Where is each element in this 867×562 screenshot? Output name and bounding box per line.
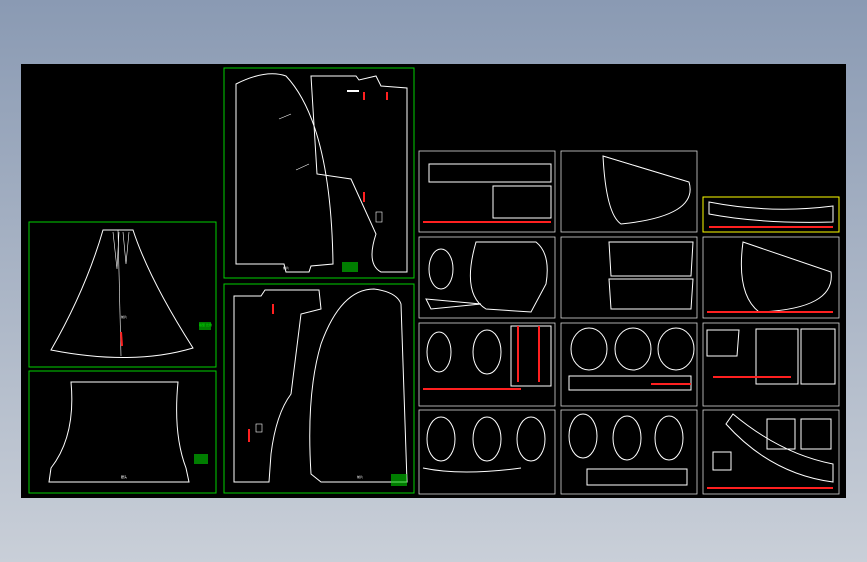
- r4c3-block-3: [712, 451, 732, 471]
- front-white-tick: [347, 90, 359, 92]
- r2c2-band-bottom: [608, 278, 694, 310]
- r4c3-arc-band: [725, 413, 834, 483]
- r3c2-oval-3: [657, 327, 695, 371]
- r4c3-block-1: [766, 418, 796, 450]
- r4c1-oval-3: [516, 416, 546, 462]
- sheet-back[interactable]: 前片: [223, 283, 415, 494]
- front-panel-left: [235, 73, 334, 273]
- back-panel-right: [309, 288, 408, 483]
- sheet-grid[interactable]: [418, 150, 840, 495]
- skirt-piece-label: 前片: [121, 314, 127, 319]
- r4c2-oval-3: [654, 415, 684, 461]
- back-piece-label: 前片: [357, 474, 363, 479]
- back-panel-left: [233, 289, 322, 483]
- sheet-front[interactable]: 前片: [223, 67, 415, 279]
- r3c3-shape-2: [755, 328, 799, 385]
- sheet-r1c2: [560, 150, 698, 233]
- sheet-r3c2: [560, 322, 698, 407]
- cad-drawing-canvas[interactable]: 前片 版型 比例 腰头 前: [21, 64, 846, 498]
- front-piece-label: 前片: [283, 265, 289, 270]
- sheet-r3c1: [418, 322, 556, 407]
- front-notch-2: [295, 163, 310, 171]
- r2c3-curve-piece: [740, 241, 832, 313]
- r4c1-oval-2: [472, 416, 502, 462]
- sheet-r1c1: [418, 150, 556, 233]
- front-title-block-mark: [342, 262, 358, 272]
- r2c1-wedge: [425, 298, 482, 310]
- viewport-frame: 前片 版型 比例 腰头 前: [0, 0, 867, 562]
- waistband-piece-label: 腰头: [121, 474, 127, 479]
- r2c1-piece: [469, 241, 548, 313]
- r4c2-strip: [586, 468, 688, 486]
- sheet-r4c2: [560, 409, 698, 495]
- skirt-red-marker: [120, 331, 123, 347]
- sheet-r3c3: [702, 322, 840, 407]
- front-notch-1: [278, 113, 292, 120]
- r4c1-oval-1: [426, 416, 456, 462]
- r1c2-curve-piece: [602, 155, 691, 225]
- waistband-panel-outline: [48, 381, 190, 483]
- r3c2-oval-2: [614, 327, 652, 371]
- r4c3-block-2: [800, 418, 832, 450]
- back-pocket-mark: [255, 423, 263, 433]
- waistband-title-block-mark: [194, 454, 208, 464]
- r1c1-strip: [428, 163, 552, 183]
- back-title-block-mark: [391, 474, 407, 486]
- sheet-border-back: [223, 283, 415, 494]
- r4c2-oval-2: [612, 415, 642, 461]
- skirt-title-block-mark: [199, 322, 211, 330]
- r3c2-oval-1: [570, 327, 608, 371]
- r2c1-ring: [428, 248, 454, 290]
- r3c3-shape-3: [800, 328, 836, 385]
- r4c1-curve: [422, 467, 522, 473]
- r1c3-strip: [708, 201, 834, 223]
- pattern-drawing: 前片 版型 比例 腰头 前: [28, 67, 840, 495]
- r4c2-oval-1: [568, 413, 598, 459]
- r1c1-block: [492, 185, 552, 219]
- r1c2-edge: [602, 155, 690, 183]
- r3c1-oval-1: [426, 331, 452, 373]
- sheet-border-front: [223, 67, 415, 279]
- r2c2-band-top: [608, 241, 694, 277]
- sheet-waistband[interactable]: 腰头: [28, 370, 217, 494]
- sheet-r2c2: [560, 236, 698, 319]
- front-pocket-mark: [375, 211, 383, 223]
- sheet-r4c1: [418, 409, 556, 495]
- sheet-skirt[interactable]: 前片 版型 比例: [28, 221, 217, 368]
- sheet-r2c3: [702, 236, 840, 319]
- skirt-dart-right: [122, 231, 130, 265]
- r3c3-shape-1: [706, 329, 740, 357]
- r3c1-oval-2: [472, 329, 502, 375]
